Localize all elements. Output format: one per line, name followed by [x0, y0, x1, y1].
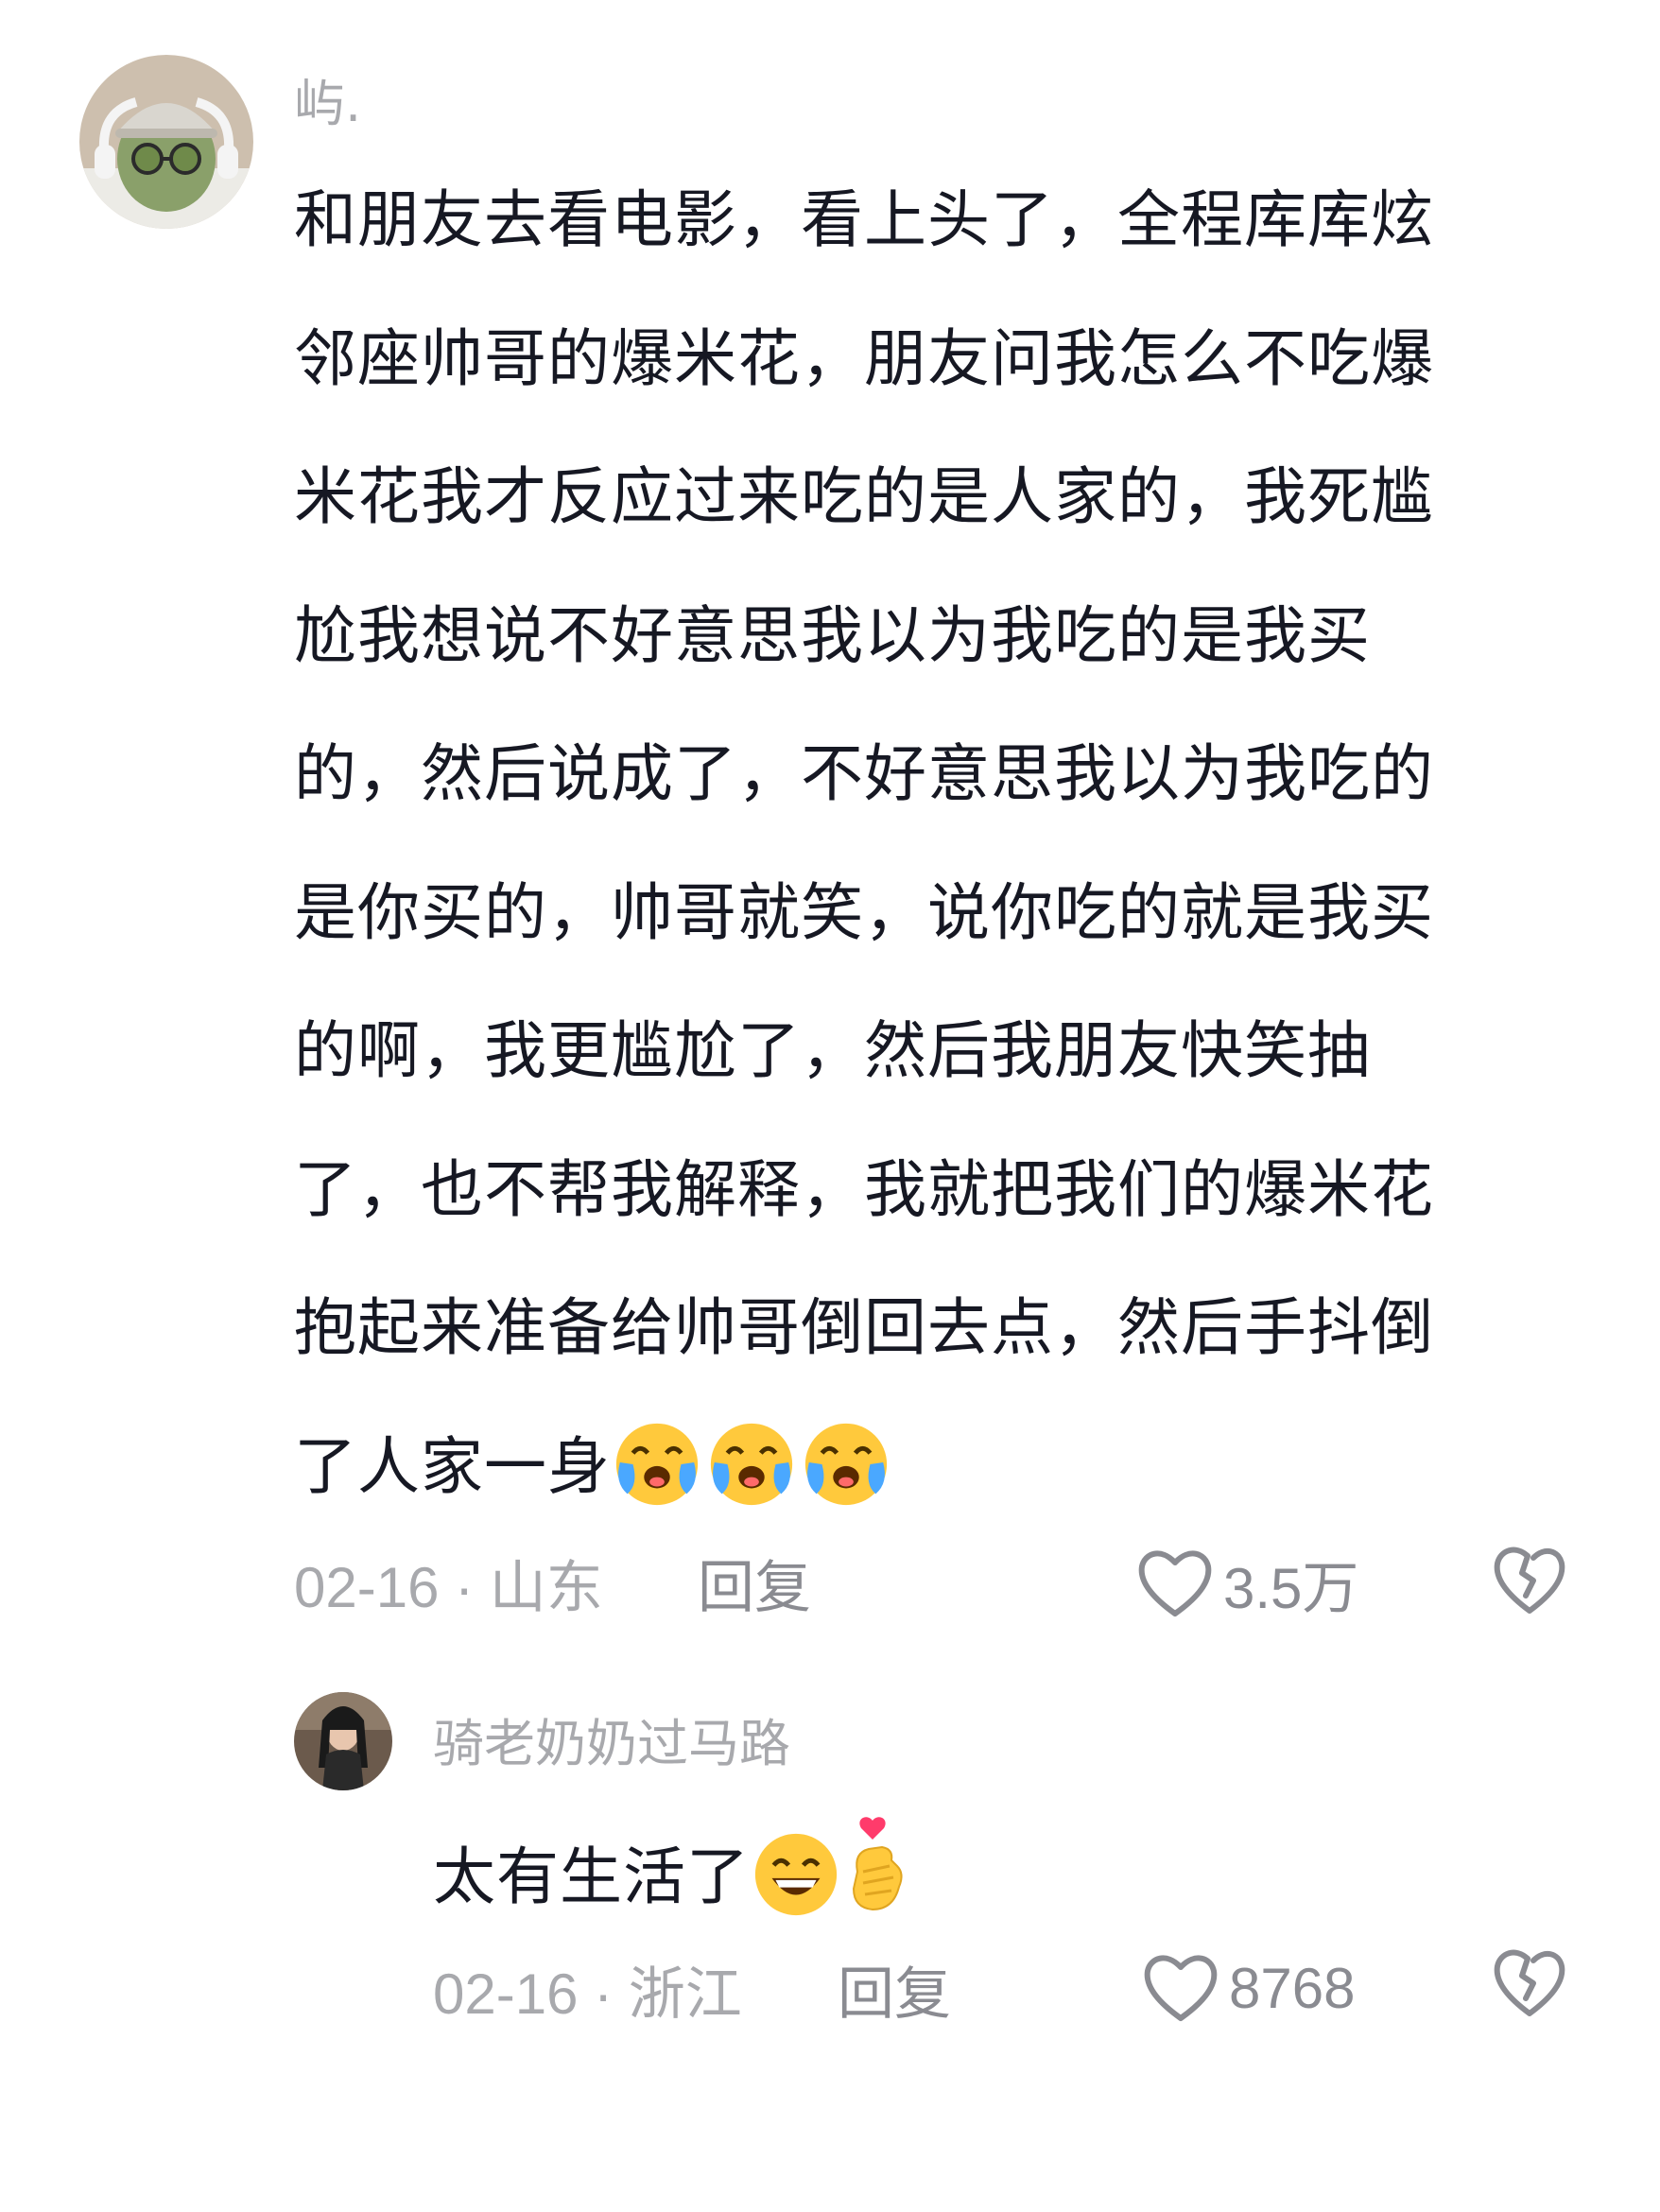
comment-location: 山东 [489, 1556, 603, 1619]
replier-avatar[interactable] [294, 1692, 392, 1790]
dislike-button[interactable] [1490, 1945, 1569, 2025]
comment-meta: 02-16 · 山东 [294, 1550, 603, 1626]
grinning-emoji [750, 1826, 842, 1950]
comment-text-line: 和朋友去看电影，看上头了，全程库库炫 [294, 183, 1434, 256]
comment-text-fragment: 了人家一身 [294, 1429, 611, 1503]
comment-text-line: 了，也不帮我解释，我就把我们的爆米花 [294, 1152, 1434, 1226]
comment-text: 和朋友去看电影，看上头了，全程库库炫 邻座帅哥的爆米花，朋友问我怎么不吃爆 米花… [294, 151, 1561, 1536]
comment-text-line: 是你买的，帅哥就笑，说你吃的就是我买 [294, 875, 1434, 949]
crying-laughing-emoji [611, 1416, 703, 1558]
commenter-avatar[interactable] [79, 55, 253, 229]
reply-button[interactable]: 回复 [838, 1957, 951, 2032]
crying-laughing-emoji [705, 1416, 798, 1558]
like-button[interactable]: 8768 [1142, 1945, 1355, 2031]
comment-text-line-last: 了人家一身 [294, 1398, 1561, 1537]
meta-separator: · [594, 1962, 614, 2026]
commenter-username[interactable]: 屿. [294, 66, 361, 142]
comment-text-line: 的啊，我更尴尬了，然后我朋友快笑抽 [294, 1014, 1371, 1087]
reply-text: 太有生活了 [433, 1815, 912, 1950]
comment-text-line: 抱起来准备给帅哥倒回去点，然后手抖倒 [294, 1291, 1434, 1364]
comment-text-line: 邻座帅哥的爆米花，朋友问我怎么不吃爆 [294, 321, 1434, 395]
replier-username[interactable]: 骑老奶奶过马路 [433, 1706, 790, 1782]
heart-icon [1144, 1955, 1218, 2021]
heart-icon [1138, 1550, 1212, 1616]
comment-text-line: 的，然后说成了，不好意思我以为我吃的 [294, 737, 1434, 810]
reply-button[interactable]: 回复 [698, 1550, 811, 1626]
comment-date: 02-16 [294, 1556, 440, 1619]
like-count: 8768 [1229, 1956, 1356, 2020]
finger-heart-emoji [844, 1815, 910, 1950]
like-button[interactable]: 3.5万 [1136, 1541, 1358, 1626]
broken-heart-icon [1494, 1547, 1565, 1614]
reply-text-fragment: 太有生活了 [433, 1840, 750, 1913]
comment-text-line: 米花我才反应过来吃的是人家的，我死尴 [294, 460, 1434, 533]
comment-item: 屿. 和朋友去看电影，看上头了，全程库库炫 邻座帅哥的爆米花，朋友问我怎么不吃爆… [0, 0, 1660, 1664]
comment-text-line: 尬我想说不好意思我以为我吃的是我买 [294, 598, 1371, 672]
like-count: 3.5万 [1223, 1556, 1359, 1620]
crying-laughing-emoji [800, 1416, 892, 1558]
meta-separator: · [455, 1556, 475, 1619]
reply-location: 浙江 [628, 1962, 742, 2026]
reply-date: 02-16 [433, 1962, 579, 2026]
broken-heart-icon [1494, 1949, 1565, 2016]
dislike-button[interactable] [1490, 1543, 1569, 1622]
reply-meta: 02-16 · 浙江 [433, 1957, 742, 2032]
